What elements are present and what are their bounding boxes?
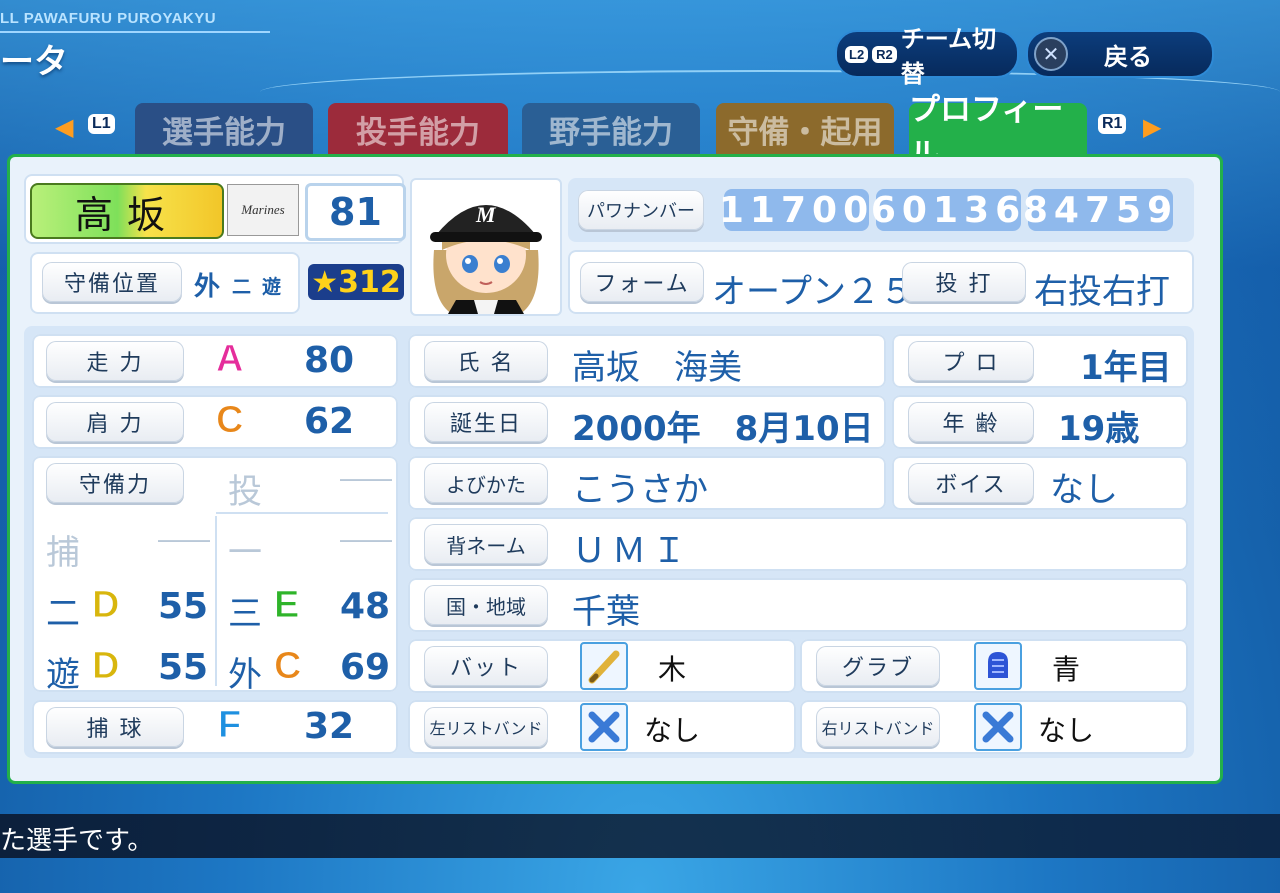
tab-fielder-ability[interactable]: 野手能力 <box>522 103 700 155</box>
first-base-value: ―― <box>340 525 392 555</box>
speed-grade: A <box>215 338 244 381</box>
right-wristband-none-icon <box>974 703 1022 751</box>
password-label: パワナンバー <box>578 190 704 230</box>
second-base-label: 二 <box>46 594 80 634</box>
glove-icon <box>974 642 1022 690</box>
catcher-label: 捕 <box>46 533 80 573</box>
catching-grade: F <box>217 704 242 747</box>
svg-text:M: M <box>475 202 497 227</box>
region-label: 国・地域 <box>424 585 548 625</box>
right-wristband-value: なし <box>1038 714 1095 747</box>
first-base-label: 一 <box>228 533 262 573</box>
arm-value: 62 <box>304 401 355 442</box>
form-value: オープン２５ <box>712 272 914 312</box>
team-logo: Marines <box>227 184 299 236</box>
catching-label: 捕 球 <box>46 707 184 747</box>
second-base-value: 55 <box>158 586 209 627</box>
position-sub2: 遊 <box>262 276 282 298</box>
player-avatar-icon: M <box>430 202 542 314</box>
brand-text: LL PAWAFURU PUROYAKYU <box>0 10 217 27</box>
third-base-value: 48 <box>340 586 391 627</box>
left-wristband-label: 左リストバンド <box>424 707 548 747</box>
region-value: 千葉 <box>572 592 640 632</box>
brand-underline <box>0 31 270 33</box>
birthday-label: 誕生日 <box>424 402 548 442</box>
age-label: 年 齢 <box>908 402 1034 442</box>
defense-divider <box>216 512 388 514</box>
second-base-grade: D <box>91 584 120 627</box>
star-rating-badge: ★312 <box>308 264 404 300</box>
glove-label: グラブ <box>816 646 940 686</box>
message-bar <box>0 814 1280 858</box>
l2-button-icon: L2 <box>845 45 869 63</box>
bat-label: バット <box>424 646 548 686</box>
tab-right-arrow-icon: ▶ <box>1143 113 1162 141</box>
r1-button-icon[interactable]: R1 <box>1098 114 1127 134</box>
third-base-grade: E <box>273 584 300 627</box>
pitcher-value: ―― <box>340 464 392 494</box>
cross-button-icon: ✕ <box>1034 37 1068 71</box>
outfield-grade: C <box>273 645 302 688</box>
catching-value: 32 <box>304 706 355 747</box>
speed-value: 80 <box>304 340 355 381</box>
reading-label: よびかた <box>424 463 548 503</box>
arm-grade: C <box>215 399 244 442</box>
tab-profile[interactable]: プロフィール <box>909 92 1087 173</box>
back-name-value: ＵＭＩ <box>572 531 692 571</box>
arm-label: 肩 力 <box>46 402 184 442</box>
tab-player-ability[interactable]: 選手能力 <box>135 103 313 155</box>
full-name-label: 氏 名 <box>424 341 548 381</box>
player-portrait: M <box>410 178 562 316</box>
pro-years-value: 1年目 <box>1080 348 1172 388</box>
catcher-value: ―― <box>158 525 210 555</box>
defense-label: 守備力 <box>46 463 184 503</box>
uniform-number: 81 <box>305 183 406 241</box>
glove-value: 青 <box>1052 653 1081 686</box>
bat-throw-value: 右投右打 <box>1034 272 1170 312</box>
tab-bar: 選手能力 投手能力 野手能力 守備・起用 プロフィール <box>0 92 1280 173</box>
outfield-label: 外 <box>228 655 262 695</box>
shortstop-value: 55 <box>158 647 209 688</box>
voice-value: なし <box>1050 470 1118 510</box>
position-main: 外 <box>194 272 221 302</box>
position-sub1: 二 <box>232 276 252 298</box>
back-name-label: 背ネーム <box>424 524 548 564</box>
password-group-1: 11700 <box>718 189 875 231</box>
form-label: フォーム <box>580 262 704 302</box>
player-name-plate: 高坂 <box>30 183 224 239</box>
pitcher-label: 投 <box>228 472 262 512</box>
bat-icon <box>580 642 628 690</box>
age-value: 19歳 <box>1058 409 1140 449</box>
right-wristband-label: 右リストバンド <box>816 707 940 747</box>
team-switch-button[interactable]: L2 R2 チーム切替 <box>835 25 1019 88</box>
back-button[interactable]: ✕ 戻る <box>1026 30 1214 78</box>
back-label: 戻る <box>1104 42 1152 71</box>
position-label: 守備位置 <box>42 262 182 302</box>
bat-value: 木 <box>658 653 687 686</box>
password-group-3: 84759 <box>1022 189 1179 231</box>
left-wristband-value: なし <box>644 714 701 747</box>
tab-defense-usage[interactable]: 守備・起用 <box>716 103 894 155</box>
speed-label: 走 力 <box>46 341 184 381</box>
pro-years-label: プ ロ <box>908 341 1034 381</box>
defense-col-divider <box>215 516 217 686</box>
bat-throw-label: 投 打 <box>902 262 1026 302</box>
password-group-2: 60136 <box>870 189 1027 231</box>
third-base-label: 三 <box>228 594 262 634</box>
left-wristband-none-icon <box>580 703 628 751</box>
tab-pitcher-ability[interactable]: 投手能力 <box>328 103 508 155</box>
reading-value: こうさか <box>572 470 708 510</box>
page-title: ータ <box>0 42 68 82</box>
message-text: た選手です。 <box>0 826 154 856</box>
outfield-value: 69 <box>340 647 391 688</box>
r2-button-icon: R2 <box>872 45 897 63</box>
shortstop-label: 遊 <box>46 655 80 695</box>
shortstop-grade: D <box>91 645 120 688</box>
birthday-value: 2000年 8月10日 <box>572 409 874 449</box>
voice-label: ボイス <box>908 463 1034 503</box>
team-switch-label: チーム切替 <box>900 25 997 88</box>
full-name-value: 高坂 海美 <box>572 348 742 388</box>
